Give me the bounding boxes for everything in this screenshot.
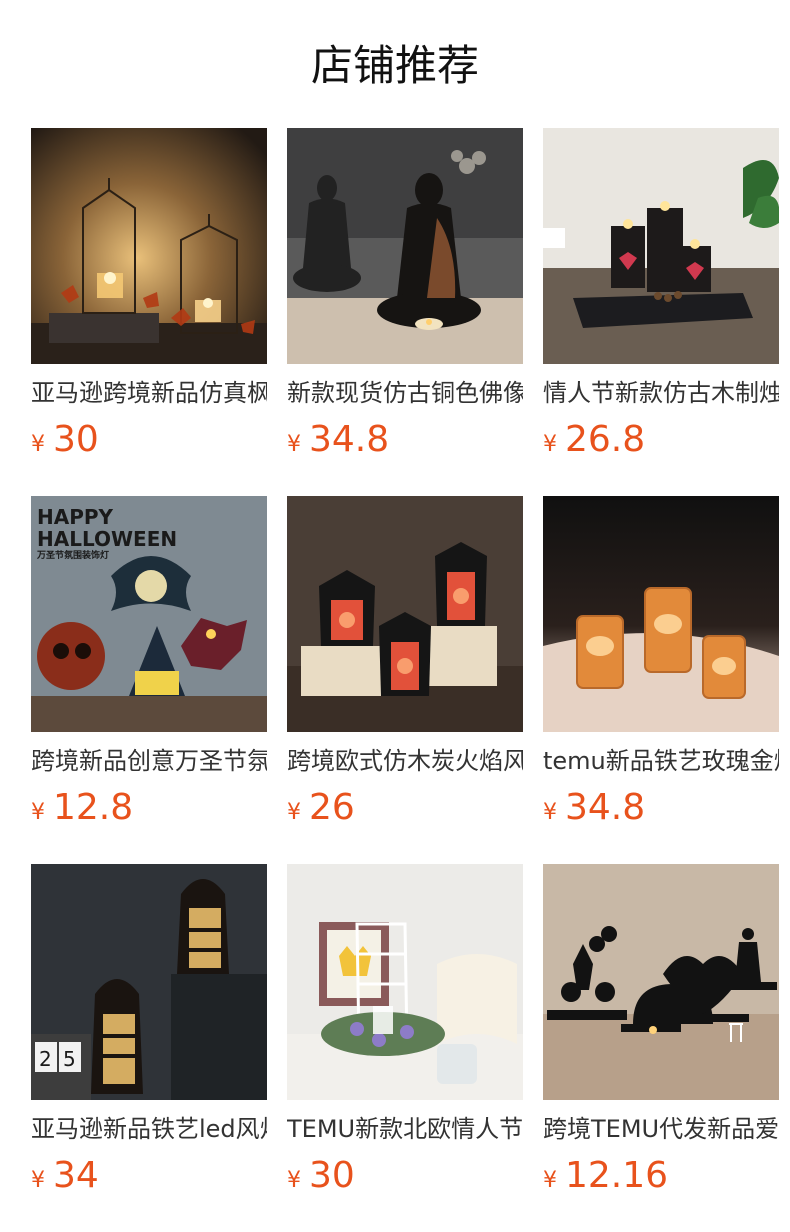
- product-price: 12.8: [53, 787, 134, 828]
- svg-text:万圣节氛围装饰灯: 万圣节氛围装饰灯: [36, 549, 109, 561]
- product-title[interactable]: 亚马逊跨境新品仿真枫叶铁艺风灯: [31, 377, 267, 409]
- product-card[interactable]: 新款现货仿古铜色佛像烛台摆件 ¥ 34.8: [287, 128, 523, 496]
- product-price: 34.8: [309, 419, 390, 460]
- product-image-halloween-lights[interactable]: HAPPY HALLOWEEN 万圣节氛围装饰灯: [31, 496, 267, 732]
- product-card[interactable]: 亚马逊跨境新品仿真枫叶铁艺风灯 ¥ 30: [31, 128, 267, 496]
- store-recommendations-page: 店铺推荐 亚马逊跨境新品仿真枫 ¥ 30 新款现货仿古铜色佛像 ¥ 34.8 情…: [0, 0, 790, 1232]
- product-card[interactable]: 跨境欧式仿木炭火焰风灯摆件 ¥ 26: [287, 496, 523, 864]
- svg-text:HALLOWEEN: HALLOWEEN: [37, 527, 177, 551]
- product-price: 26: [309, 787, 355, 828]
- price-row: ¥ 12.16: [543, 1155, 779, 1197]
- product-price: 30: [309, 1155, 355, 1196]
- product-image-metal-lantern[interactable]: [31, 128, 267, 364]
- product-card[interactable]: 2 5 亚马逊新品铁艺led风 ¥ 34: [31, 864, 267, 1232]
- product-image-buddha-statues[interactable]: [287, 128, 523, 364]
- currency-symbol: ¥: [543, 800, 557, 825]
- product-price: 26.8: [565, 419, 646, 460]
- svg-text:HAPPY: HAPPY: [37, 505, 114, 529]
- product-title[interactable]: 新款现货仿古铜色佛像烛台摆件: [287, 377, 523, 409]
- product-image-moroccan-lanterns[interactable]: 2 5: [31, 864, 267, 1100]
- currency-symbol: ¥: [31, 432, 45, 457]
- svg-text:5: 5: [63, 1047, 76, 1071]
- price-row: ¥ 30: [31, 419, 267, 461]
- product-image-flame-lanterns[interactable]: [287, 496, 523, 732]
- product-title[interactable]: 亚马逊新品铁艺led风灯摩洛哥: [31, 1113, 267, 1145]
- currency-symbol: ¥: [287, 1168, 301, 1193]
- svg-text:2: 2: [39, 1047, 52, 1071]
- product-price: 34: [53, 1155, 99, 1196]
- product-price: 34.8: [565, 787, 646, 828]
- currency-symbol: ¥: [287, 432, 301, 457]
- product-image-rose-gold-candle-cups[interactable]: [543, 496, 779, 732]
- product-card[interactable]: 情人节新款仿古木制烛台托盘套装 ¥ 26.8: [543, 128, 779, 496]
- product-card[interactable]: TEMU新款北欧情人节花环烛台 ¥ 30: [287, 864, 523, 1232]
- product-title[interactable]: 情人节新款仿古木制烛台托盘套装: [543, 377, 779, 409]
- product-title[interactable]: temu新品铁艺玫瑰金烛台杯: [543, 745, 779, 777]
- price-row: ¥ 12.8: [31, 787, 267, 829]
- product-title[interactable]: TEMU新款北欧情人节花环烛台: [287, 1113, 523, 1145]
- product-card[interactable]: temu新品铁艺玫瑰金烛台杯 ¥ 34.8: [543, 496, 779, 864]
- currency-symbol: ¥: [543, 432, 557, 457]
- price-row: ¥ 30: [287, 1155, 523, 1197]
- product-price: 12.16: [565, 1155, 669, 1196]
- product-card[interactable]: HAPPY HALLOWEEN 万圣节氛围装饰灯 跨境新品创意万圣节氛围装饰灯: [31, 496, 267, 864]
- price-row: ¥ 26: [287, 787, 523, 829]
- product-title[interactable]: 跨境欧式仿木炭火焰风灯摆件: [287, 745, 523, 777]
- currency-symbol: ¥: [287, 800, 301, 825]
- currency-symbol: ¥: [31, 1168, 45, 1193]
- price-row: ¥ 34: [31, 1155, 267, 1197]
- product-title[interactable]: 跨境TEMU代发新品爱心情侣烛台: [543, 1113, 779, 1145]
- product-image-wreath-candle-holder[interactable]: [287, 864, 523, 1100]
- currency-symbol: ¥: [31, 800, 45, 825]
- section-title: 店铺推荐: [310, 41, 479, 90]
- product-image-wood-candle-tray[interactable]: [543, 128, 779, 364]
- product-price: 30: [53, 419, 99, 460]
- price-row: ¥ 34.8: [287, 419, 523, 461]
- product-grid: 亚马逊跨境新品仿真枫叶铁艺风灯 ¥ 30: [31, 128, 790, 1232]
- price-row: ¥ 26.8: [543, 419, 779, 461]
- currency-symbol: ¥: [543, 1168, 557, 1193]
- price-row: ¥ 34.8: [543, 787, 779, 829]
- product-title[interactable]: 跨境新品创意万圣节氛围装饰灯: [31, 745, 267, 777]
- product-card[interactable]: 跨境TEMU代发新品爱心情侣烛台 ¥ 12.16: [543, 864, 779, 1232]
- product-image-couple-silhouettes[interactable]: [543, 864, 779, 1100]
